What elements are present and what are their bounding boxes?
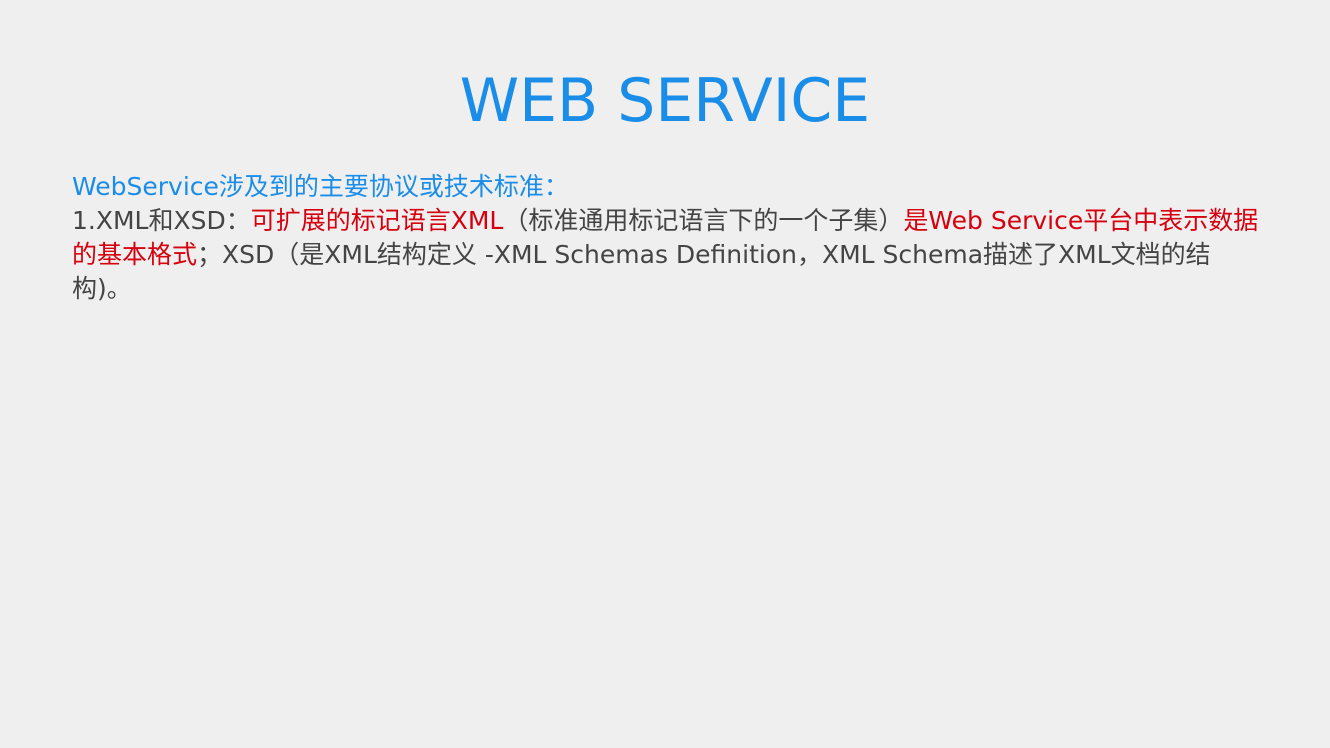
intro-line: WebService涉及到的主要协议或技术标准：: [72, 172, 569, 201]
item-1-highlight-xml: 可扩展的标记语言XML: [250, 206, 504, 235]
item-1-suffix: ；XSD（是XML结构定义 -XML Schemas Definition，XM…: [72, 240, 1211, 303]
slide: WEB SERVICE WebService涉及到的主要协议或技术标准： 1.X…: [0, 0, 1330, 748]
slide-title: WEB SERVICE: [459, 66, 871, 136]
slide-content: WebService涉及到的主要协议或技术标准： 1.XML和XSD：可扩展的标…: [72, 170, 1262, 306]
item-1-prefix: 1.XML和XSD：: [72, 206, 251, 235]
item-1-middle: （标准通用标记语言下的一个子集）: [503, 206, 904, 235]
